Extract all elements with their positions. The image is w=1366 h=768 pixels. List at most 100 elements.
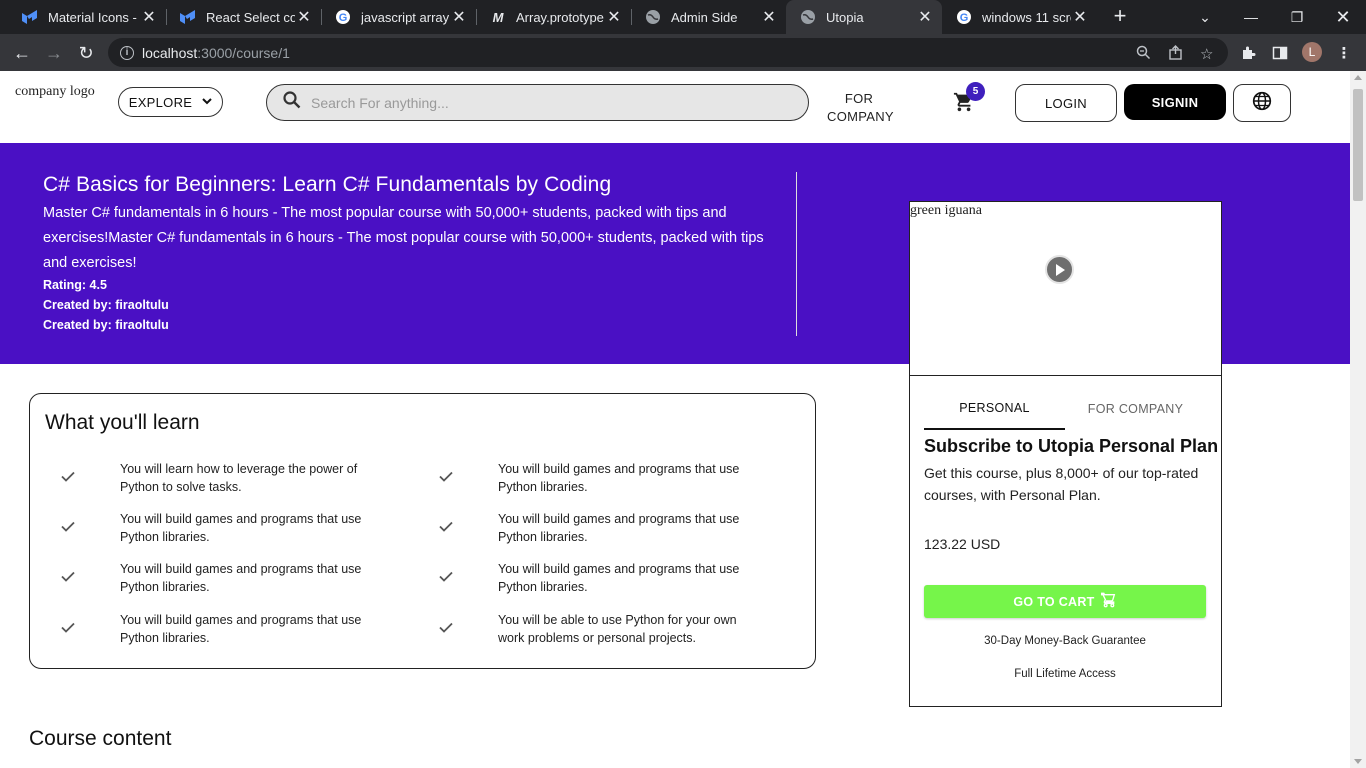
mdn-icon: M (492, 9, 504, 25)
scrollbar-thumb[interactable] (1353, 89, 1363, 201)
close-icon[interactable]: ✕ (140, 8, 158, 26)
plan-title: Subscribe to Utopia Personal Plan (924, 436, 1219, 456)
company-logo[interactable]: company logo (14, 84, 95, 100)
page-scrollbar[interactable] (1350, 71, 1366, 768)
tab-personal[interactable]: PERSONAL (924, 388, 1065, 430)
login-button[interactable]: LOGIN (1015, 84, 1117, 122)
for-company-line2: COMPANY (827, 109, 894, 124)
course-preview[interactable]: green iguana (910, 202, 1221, 376)
browser-tab-active[interactable]: Utopia ✕ (786, 0, 942, 34)
check-icon (434, 514, 458, 538)
globe-icon (800, 9, 816, 25)
learn-item-text: You will build games and programs that u… (498, 462, 740, 494)
close-icon[interactable]: ✕ (605, 8, 623, 26)
minimize-icon[interactable]: — (1228, 0, 1274, 34)
list-item: You will build games and programs that u… (434, 510, 754, 546)
plan-price: 123.22 USD (924, 536, 1001, 552)
course-author: Created by: firaoltulu (43, 318, 169, 332)
course-subtitle: Master C# fundamentals in 6 hours - The … (43, 205, 764, 271)
svg-text:G: G (960, 12, 969, 24)
window-close-icon[interactable]: ✕ (1320, 0, 1366, 34)
browser-tab[interactable]: Admin Side ✕ (631, 0, 786, 34)
learn-item-text: You will build games and programs that u… (498, 562, 740, 594)
search-input[interactable] (311, 94, 791, 111)
side-panel-icon[interactable] (1270, 43, 1290, 63)
restore-icon[interactable]: ❐ (1274, 0, 1320, 34)
back-icon[interactable]: ← (8, 39, 36, 67)
cart-button[interactable]: 5 (953, 82, 985, 115)
browser-tab[interactable]: G windows 11 scree ✕ (942, 0, 1097, 34)
address-bar[interactable]: i localhost:3000/course/1 ☆ (108, 38, 1228, 67)
learn-item-text: You will build games and programs that u… (120, 512, 362, 544)
close-icon[interactable]: ✕ (1071, 8, 1089, 26)
check-icon (434, 615, 458, 639)
tab-title: Material Icons - M (48, 9, 140, 25)
close-icon[interactable]: ✕ (760, 8, 778, 26)
list-item: You will build games and programs that u… (56, 611, 376, 647)
list-item: You will build games and programs that u… (434, 560, 754, 596)
forward-icon[interactable]: → (40, 39, 68, 67)
signin-button[interactable]: SIGNIN (1124, 84, 1226, 120)
profile-avatar[interactable]: L (1302, 42, 1322, 62)
svg-text:G: G (339, 12, 348, 24)
check-icon (56, 464, 80, 488)
browser-tab[interactable]: React Select comp ✕ (166, 0, 321, 34)
url-host: localhost (142, 44, 198, 61)
new-tab-button[interactable]: + (1108, 5, 1132, 29)
scroll-up-icon[interactable] (1354, 75, 1362, 80)
for-company-link[interactable]: FOR COMPANY (827, 90, 894, 126)
explore-label: EXPLORE (128, 94, 193, 110)
learn-item-text: You will build games and programs that u… (120, 613, 362, 645)
check-icon (434, 464, 458, 488)
lifetime-access: Full Lifetime Access (1014, 668, 1116, 680)
course-author: Created by: firaoltulu (43, 298, 169, 312)
learn-item-text: You will build games and programs that u… (498, 512, 740, 544)
page-viewport: company logo EXPLORE FOR COMPANY 5 LOGIN… (0, 71, 1350, 768)
scroll-down-icon[interactable] (1354, 759, 1362, 764)
check-icon (56, 564, 80, 588)
preview-image-alt: green iguana (910, 203, 982, 218)
close-icon[interactable]: ✕ (450, 8, 468, 26)
search-bar[interactable] (266, 84, 809, 121)
close-icon[interactable]: ✕ (295, 8, 313, 26)
money-back-guarantee: 30-Day Money-Back Guarantee (984, 635, 1146, 647)
list-item: You will build games and programs that u… (56, 560, 376, 596)
explore-button[interactable]: EXPLORE (118, 87, 223, 117)
plan-tabs: PERSONAL FOR COMPANY (924, 388, 1208, 432)
search-icon (283, 91, 301, 114)
play-icon[interactable] (1045, 255, 1074, 284)
list-item: You will learn how to leverage the power… (56, 460, 376, 496)
extensions-icon[interactable] (1238, 43, 1258, 63)
browser-tab-bar: Material Icons - M ✕ React Select comp ✕… (0, 0, 1366, 34)
browser-tab[interactable]: M Array.prototype.f ✕ (476, 0, 631, 34)
menu-icon[interactable]: ⋮ (1334, 43, 1354, 63)
browser-toolbar: ← → ↻ i localhost:3000/course/1 ☆ ⋮ (0, 34, 1366, 71)
learn-heading: What you'll learn (45, 411, 200, 434)
reload-icon[interactable]: ↻ (72, 39, 100, 67)
tab-search-icon[interactable]: ⌄ (1182, 0, 1228, 34)
list-item: You will build games and programs that u… (434, 460, 754, 496)
tab-for-company[interactable]: FOR COMPANY (1065, 388, 1206, 430)
share-icon[interactable] (1168, 45, 1183, 63)
what-you-learn-box: What you'll learn You will learn how to … (29, 393, 816, 669)
globe-icon (1252, 91, 1272, 116)
site-header: company logo EXPLORE FOR COMPANY 5 LOGIN… (0, 71, 1350, 143)
browser-tab[interactable]: G javascript array fi ✕ (321, 0, 476, 34)
course-rating: Rating: 4.5 (43, 278, 107, 292)
close-icon[interactable]: ✕ (916, 8, 934, 26)
language-button[interactable] (1233, 84, 1291, 122)
learn-item-text: You will learn how to leverage the power… (120, 462, 358, 494)
purchase-card: green iguana PERSONAL FOR COMPANY Subscr… (909, 201, 1222, 707)
for-company-line1: FOR (844, 91, 874, 106)
list-item: You will be able to use Python for your … (434, 611, 754, 647)
zoom-icon[interactable] (1136, 45, 1151, 63)
tab-title: windows 11 scree (982, 9, 1071, 25)
course-content-heading: Course content (29, 727, 172, 750)
go-to-cart-button[interactable]: GO TO CART (924, 585, 1206, 618)
bookmark-star-icon[interactable]: ☆ (1200, 45, 1213, 63)
browser-tab[interactable]: Material Icons - M ✕ (8, 0, 166, 34)
tab-title: Admin Side (671, 9, 738, 25)
info-icon[interactable]: i (120, 45, 134, 60)
mui-icon (22, 9, 38, 25)
chevron-down-icon (202, 96, 212, 108)
